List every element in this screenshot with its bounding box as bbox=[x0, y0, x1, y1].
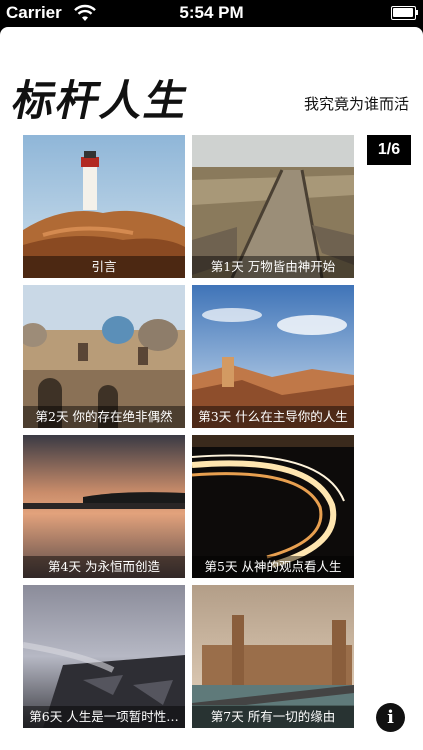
tile-caption: 第1天 万物皆由神开始 bbox=[192, 256, 354, 278]
tile-caption: 引言 bbox=[23, 256, 185, 278]
app-title: 标杆人生 bbox=[8, 76, 195, 125]
tile-day-3[interactable]: 第3天 什么在主导你的人生 bbox=[192, 285, 354, 428]
tile-day-2[interactable]: 第2天 你的存在绝非偶然 bbox=[23, 285, 185, 428]
tile-day-6[interactable]: 第6天 人生是一项暂时性… bbox=[23, 585, 185, 728]
tile-caption: 第3天 什么在主导你的人生 bbox=[192, 406, 354, 428]
tile-caption: 第5天 从神的观点看人生 bbox=[192, 556, 354, 578]
tile-caption: 第6天 人生是一项暂时性… bbox=[23, 706, 185, 728]
clock: 5:54 PM bbox=[179, 3, 244, 22]
tile-caption: 第4天 为永恒而创造 bbox=[23, 556, 185, 578]
tile-intro[interactable]: 引言 bbox=[23, 135, 185, 278]
tile-day-1[interactable]: 第1天 万物皆由神开始 bbox=[192, 135, 354, 278]
info-button[interactable]: i bbox=[376, 703, 405, 732]
tile-caption: 第7天 所有一切的缘由 bbox=[192, 706, 354, 728]
page-indicator: 1/6 bbox=[367, 135, 411, 165]
tile-day-4[interactable]: 第4天 为永恒而创造 bbox=[23, 435, 185, 578]
tile-day-5[interactable]: 第5天 从神的观点看人生 bbox=[192, 435, 354, 578]
app-subtitle: 我究竟为谁而活 bbox=[303, 95, 409, 113]
status-bar: Carrier 5:54 PM bbox=[0, 0, 423, 27]
main-content: 标杆人生 我究竟为谁而活 1/6 引言 第1天 万物皆由神开始 第2天 你的存在… bbox=[0, 27, 423, 750]
tile-day-7[interactable]: 第7天 所有一切的缘由 bbox=[192, 585, 354, 728]
battery-icon bbox=[391, 6, 418, 20]
tile-caption: 第2天 你的存在绝非偶然 bbox=[23, 406, 185, 428]
